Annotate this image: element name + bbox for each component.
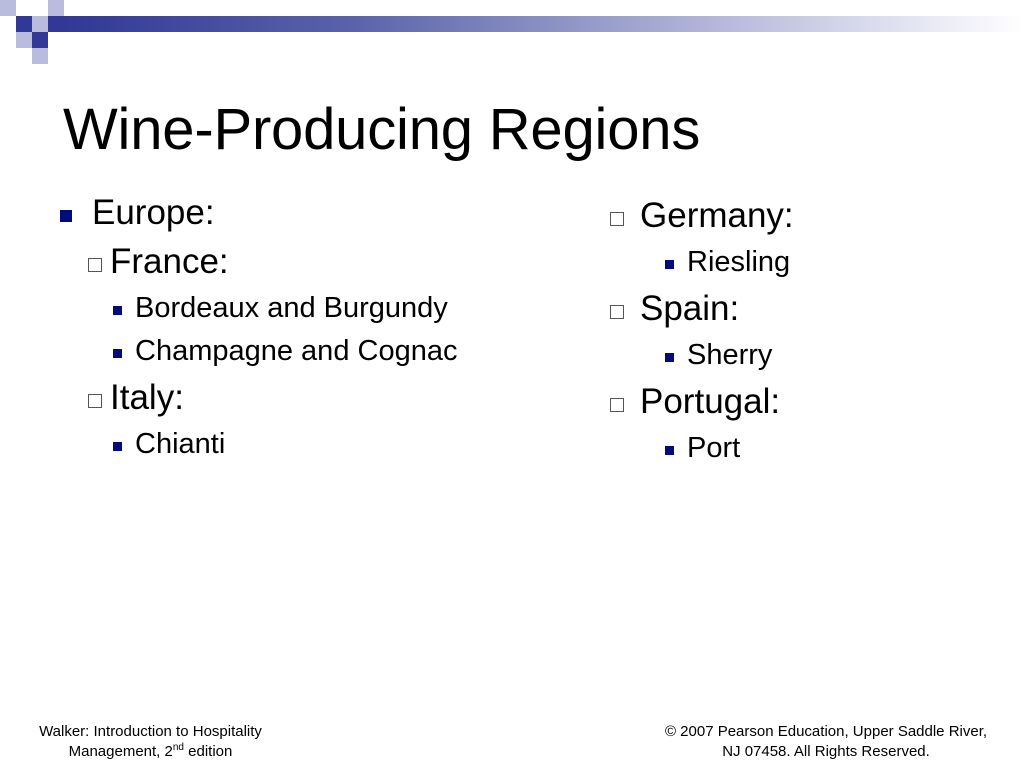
footer-text: Management, 2: [68, 743, 173, 760]
wine-label: Riesling: [687, 246, 791, 278]
country-label: France:: [110, 242, 229, 281]
decor-square: [32, 16, 48, 32]
country-label: Spain:: [640, 289, 740, 328]
list-item-wine: Bordeaux and Burgundy: [110, 290, 526, 327]
decor-square: [48, 16, 64, 32]
country-list: France: Bordeaux and Burgundy Champagne …: [84, 240, 526, 463]
decor-gradient-bar: [64, 16, 1024, 32]
country-label: Portugal:: [640, 382, 781, 421]
list-item-wine: Port: [662, 430, 1006, 467]
list-item-country: Portugal: Port: [606, 380, 1006, 467]
region-list: Europe: France: Bordeaux and Burgundy Ch…: [56, 190, 526, 463]
decor-square: [16, 16, 32, 32]
decor-square: [32, 0, 48, 16]
footer-line: © 2007 Pearson Education, Upper Saddle R…: [664, 723, 988, 740]
header-decoration: [0, 0, 1024, 64]
decor-square: [16, 32, 32, 48]
list-item-region: Europe: France: Bordeaux and Burgundy Ch…: [56, 190, 526, 463]
list-item-country: Germany: Riesling: [606, 194, 1006, 281]
wine-label: Bordeaux and Burgundy: [135, 292, 448, 324]
footer-copyright: © 2007 Pearson Education, Upper Saddle R…: [636, 722, 1016, 762]
wine-label: Chianti: [135, 428, 226, 460]
decor-square: [0, 0, 16, 16]
list-item-country: France: Bordeaux and Burgundy Champagne …: [84, 240, 526, 370]
footer-citation: Walker: Introduction to Hospitality Mana…: [8, 722, 293, 762]
wine-label: Champagne and Cognac: [135, 335, 458, 367]
footer-superscript: nd: [172, 742, 184, 753]
left-column: Europe: France: Bordeaux and Burgundy Ch…: [56, 190, 526, 469]
region-label: Europe:: [92, 193, 215, 232]
decor-square: [32, 32, 48, 48]
wine-list: Port: [662, 430, 1006, 467]
footer-text: edition: [183, 743, 233, 760]
wine-list: Sherry: [662, 337, 1006, 374]
list-item-wine: Chianti: [110, 426, 526, 463]
list-item-country: Spain: Sherry: [606, 287, 1006, 374]
right-column: Germany: Riesling Spain: Sherry Portugal…: [606, 190, 1006, 473]
list-item-wine: Champagne and Cognac: [110, 333, 526, 370]
wine-list: Riesling: [662, 244, 1006, 281]
list-item-wine: Sherry: [662, 337, 1006, 374]
wine-label: Sherry: [687, 339, 773, 371]
footer-line: Management, 2nd edition: [8, 742, 293, 762]
country-list: Germany: Riesling Spain: Sherry Portugal…: [606, 194, 1006, 467]
wine-label: Port: [687, 432, 741, 464]
wine-list: Bordeaux and Burgundy Champagne and Cogn…: [110, 290, 526, 370]
decor-square: [32, 48, 48, 64]
decor-square: [48, 0, 64, 16]
slide-title: Wine-Producing Regions: [63, 97, 701, 162]
list-item-country: Italy: Chianti: [84, 376, 526, 463]
list-item-wine: Riesling: [662, 244, 1006, 281]
country-label: Italy:: [110, 378, 184, 417]
footer-line: Walker: Introduction to Hospitality: [39, 723, 262, 740]
footer-line: NJ 07458. All Rights Reserved.: [722, 743, 930, 760]
wine-list: Chianti: [110, 426, 526, 463]
country-label: Germany:: [640, 196, 794, 235]
